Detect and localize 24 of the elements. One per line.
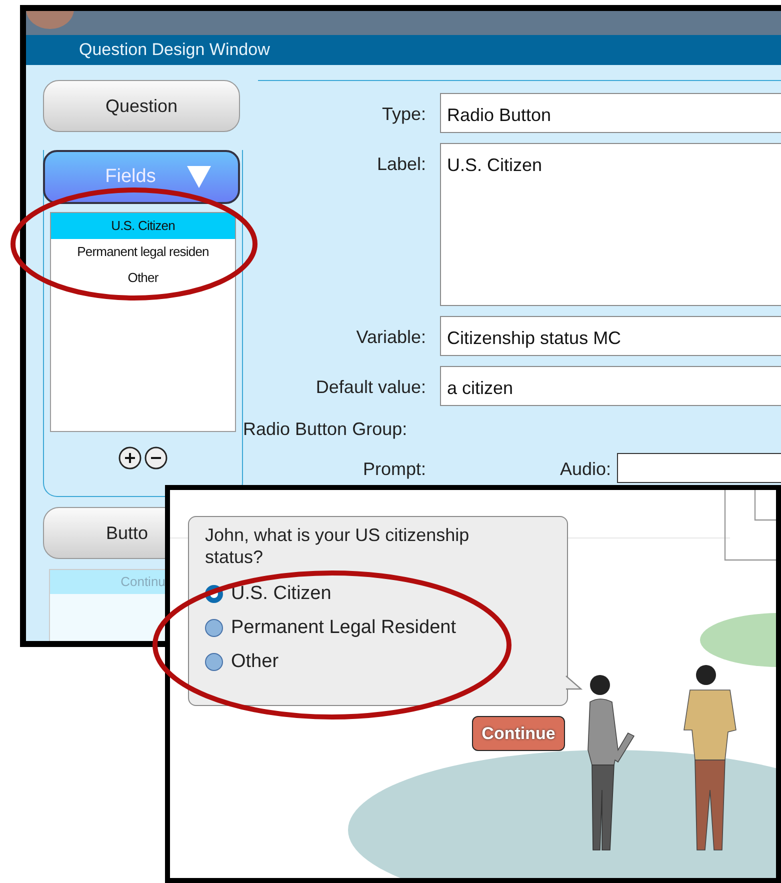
input-field[interactable] bbox=[617, 453, 781, 483]
add-icon[interactable] bbox=[118, 446, 142, 470]
radio-button[interactable] bbox=[205, 619, 223, 638]
text-area[interactable]: U.S. Citizen bbox=[440, 143, 781, 306]
input-field[interactable]: Citizenship status MC bbox=[440, 316, 781, 356]
input-field[interactable]: Radio Button bbox=[440, 93, 781, 133]
window-title: Question Design Window bbox=[26, 35, 781, 65]
section-label: Radio Button Group: bbox=[243, 418, 408, 441]
input-field[interactable]: a citizen bbox=[440, 366, 781, 406]
option-label: Permanent Legal Resident bbox=[231, 616, 456, 640]
dropdown-triangle-icon bbox=[186, 165, 212, 189]
field-label: Default value: bbox=[314, 376, 426, 399]
field-label: Variable: bbox=[355, 326, 426, 349]
field-label: Audio: bbox=[560, 458, 612, 481]
option-label: Other bbox=[231, 650, 279, 674]
field-label: Type: bbox=[380, 103, 426, 126]
field-label: Label: bbox=[376, 153, 426, 176]
field-list-item[interactable]: Other bbox=[51, 265, 235, 291]
field-list-item[interactable]: U.S. Citizen bbox=[51, 213, 235, 239]
remove-icon[interactable] bbox=[144, 446, 168, 470]
question-button[interactable]: Question bbox=[43, 80, 240, 132]
field-list-item[interactable]: Permanent legal residen bbox=[51, 239, 235, 265]
radio-button[interactable] bbox=[205, 653, 223, 672]
field-label: Prompt: bbox=[362, 458, 426, 481]
